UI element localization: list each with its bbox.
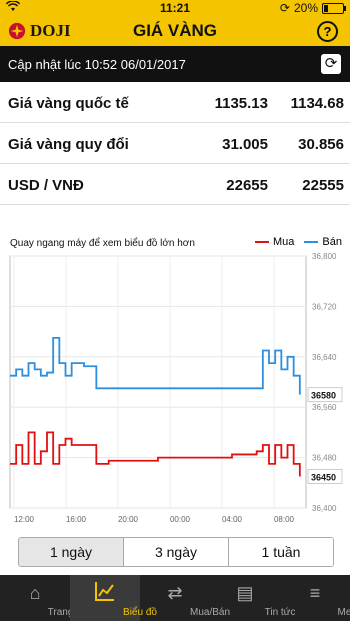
x-tick-label: 20:00 xyxy=(118,515,139,524)
x-tick-label: 08:00 xyxy=(274,515,295,524)
nav-trade[interactable]: ⇄ Mua/Bán xyxy=(140,575,230,621)
last-price-mua: 36450 xyxy=(311,473,336,483)
y-tick-label: 36,800 xyxy=(312,252,337,261)
plot-area xyxy=(9,255,307,509)
nav-news[interactable]: ▤ Tin tức xyxy=(210,575,295,621)
price-chart[interactable]: Quay ngang máy để xem biểu đồ lớn hơn Mu… xyxy=(0,228,350,528)
battery-percent: 20% xyxy=(293,1,318,15)
rate-buy: 1135.13 xyxy=(214,95,268,112)
status-bar: 11:21 ⟳ 20% xyxy=(0,0,350,16)
app-header: DOJI GIÁ VÀNG ? xyxy=(0,16,350,46)
home-icon: ⌂ xyxy=(29,583,41,603)
battery-icon xyxy=(322,2,346,14)
rate-sell: 1134.68 xyxy=(290,95,344,112)
news-icon: ▤ xyxy=(236,583,254,603)
last-price-ban: 36580 xyxy=(311,391,336,401)
exchange-icon: ⇄ xyxy=(167,583,183,603)
rate-sell: 22555 xyxy=(302,177,344,194)
x-tick-label: 00:00 xyxy=(170,515,191,524)
y-tick-label: 36,480 xyxy=(312,454,337,463)
nav-menu[interactable]: ≡ Menu xyxy=(280,575,350,621)
y-tick-label: 36,560 xyxy=(312,403,337,412)
lock-rotation-icon: ⟳ xyxy=(279,1,290,15)
x-tick-label: 12:00 xyxy=(14,515,35,524)
x-tick-label: 16:00 xyxy=(66,515,87,524)
y-tick-label: 36,640 xyxy=(312,353,337,362)
tab-3-days[interactable]: 3 ngày xyxy=(124,538,229,566)
rate-name: USD / VNĐ xyxy=(8,177,84,194)
refresh-button[interactable]: ⟳ xyxy=(321,54,341,74)
nav-label: Menu xyxy=(337,607,350,618)
refresh-icon: ⟳ xyxy=(324,55,338,72)
update-bar: Cập nhật lúc 10:52 06/01/2017 ⟳ xyxy=(0,46,350,82)
rate-row-international: Giá vàng quốc tế 1135.13 1134.68 xyxy=(0,82,350,123)
y-tick-label: 36,720 xyxy=(312,302,337,311)
rate-row-usd: USD / VNĐ 22655 22555 xyxy=(0,164,350,205)
rate-name: Giá vàng quốc tế xyxy=(8,95,129,112)
rate-name: Giá vàng quy đổi xyxy=(8,136,129,153)
page-title: GIÁ VÀNG xyxy=(132,21,218,40)
rates-table: Giá vàng quốc tế 1135.13 1134.68 Giá vàn… xyxy=(0,82,350,205)
rate-buy: 22655 xyxy=(226,177,268,194)
chart-icon xyxy=(70,580,140,606)
tab-1-week[interactable]: 1 tuần xyxy=(229,538,333,566)
rate-row-converted: Giá vàng quy đổi 31.005 30.856 xyxy=(0,123,350,164)
chart-svg: 36,400 36,480 36,560 36,640 36,720 36,800 12:0… xyxy=(9,252,343,524)
y-tick-label: 36,400 xyxy=(312,504,337,513)
rate-sell: 30.856 xyxy=(298,136,344,153)
nav-home[interactable]: ⌂ Trang chủ xyxy=(0,575,93,621)
nav-chart[interactable]: Biểu đồ xyxy=(70,575,157,621)
update-time-text: Cập nhật lúc 10:52 06/01/2017 xyxy=(8,57,186,72)
rate-buy: 31.005 xyxy=(222,136,268,153)
tab-1-day[interactable]: 1 ngày xyxy=(19,538,124,566)
help-button[interactable]: ? xyxy=(317,21,338,42)
bottom-nav: ⌂ Trang chủ Biểu đồ ⇄ Mua/Bán ▤ Tin tức … xyxy=(0,575,350,621)
menu-icon: ≡ xyxy=(309,583,321,603)
x-tick-label: 04:00 xyxy=(222,515,243,524)
range-tabs: 1 ngày 3 ngày 1 tuần xyxy=(18,537,334,567)
